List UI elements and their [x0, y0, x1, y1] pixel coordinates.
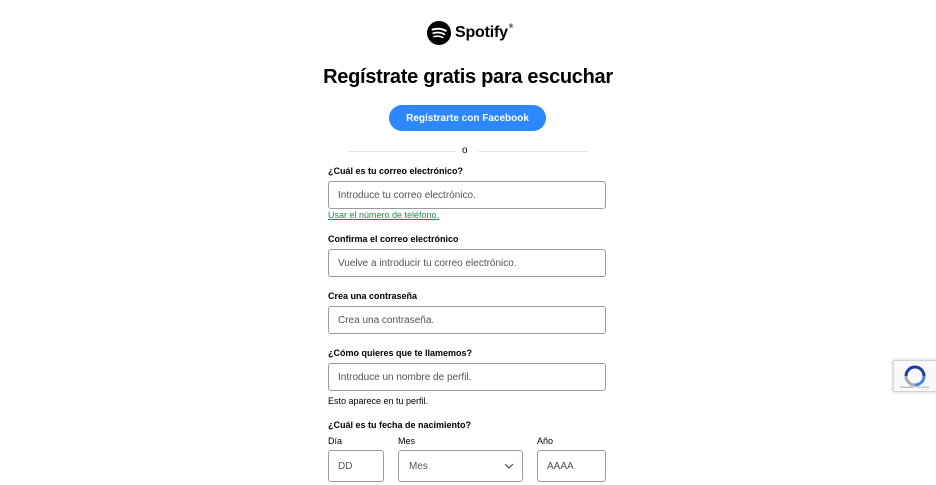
birthdate-label: ¿Cuál es tu fecha de nacimiento?	[328, 420, 472, 430]
profile-name-input[interactable]	[328, 363, 606, 391]
profile-name-label: ¿Cómo quieres que te llamemos?	[328, 348, 473, 358]
divider-line-left	[348, 151, 456, 152]
year-input[interactable]	[537, 450, 606, 482]
chevron-down-icon	[504, 463, 514, 469]
spotify-wordmark: Spotify®	[455, 24, 514, 41]
recaptcha-text: Privacidad - Términos	[900, 385, 930, 389]
profile-name-hint: Esto aparece en tu perfil.	[328, 396, 429, 406]
divider-line-right	[478, 151, 588, 152]
password-input[interactable]	[328, 306, 606, 334]
year-label: Año	[537, 436, 554, 446]
month-select[interactable]: Mes	[398, 450, 523, 482]
day-label: Día	[328, 436, 343, 446]
day-input[interactable]	[328, 450, 384, 482]
spotify-logo[interactable]: Spotify®	[427, 21, 513, 45]
email-label: ¿Cuál es tu correo electrónico?	[328, 166, 464, 176]
confirm-email-input[interactable]	[328, 249, 606, 277]
email-input[interactable]	[328, 181, 606, 209]
confirm-email-label: Confirma el correo electrónico	[328, 234, 459, 244]
use-phone-link[interactable]: Usar el número de teléfono.	[328, 210, 439, 220]
facebook-signup-button[interactable]: Regístrarte con Facebook	[389, 105, 546, 131]
spotify-logo-icon	[427, 21, 451, 45]
page-title: Regístrate gratis para escuchar	[323, 66, 613, 88]
month-select-value: Mes	[409, 460, 428, 472]
divider-text: o	[462, 145, 468, 156]
trademark-symbol: ®	[508, 24, 514, 30]
password-label: Crea una contraseña	[328, 291, 418, 301]
recaptcha-badge[interactable]: Privacidad - Términos	[893, 360, 936, 392]
month-label: Mes	[398, 436, 416, 446]
